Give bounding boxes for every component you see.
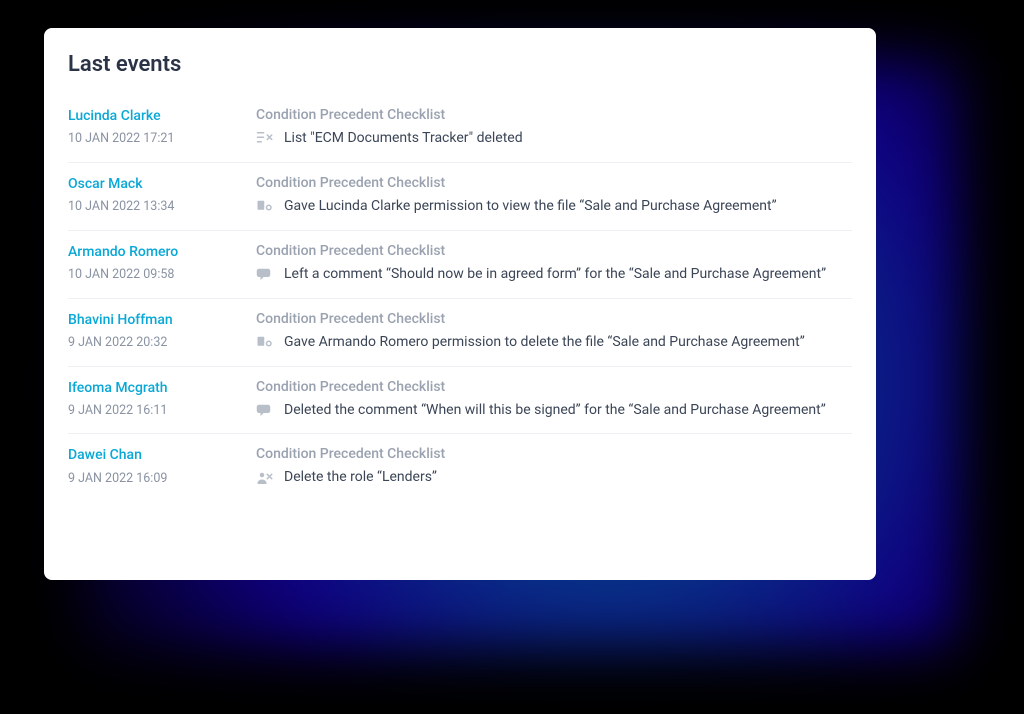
event-detail: Deleted the comment “When will this be s… bbox=[284, 401, 826, 420]
event-row: Lucinda Clarke 10 JAN 2022 17:21 Conditi… bbox=[68, 95, 852, 163]
event-detail: Gave Armando Romero permission to delete… bbox=[284, 333, 805, 352]
file-permission-icon bbox=[256, 198, 274, 214]
event-category: Condition Precedent Checklist bbox=[256, 446, 852, 462]
event-detail: List "ECM Documents Tracker" deleted bbox=[284, 129, 523, 148]
last-events-card: Last events Lucinda Clarke 10 JAN 2022 1… bbox=[44, 28, 876, 580]
event-category: Condition Precedent Checklist bbox=[256, 107, 852, 123]
event-timestamp: 9 JAN 2022 20:32 bbox=[68, 335, 248, 350]
event-user-link[interactable]: Ifeoma Mcgrath bbox=[68, 379, 248, 397]
comment-icon bbox=[256, 402, 274, 418]
event-detail: Gave Lucinda Clarke permission to view t… bbox=[284, 197, 777, 216]
event-row: Armando Romero 10 JAN 2022 09:58 Conditi… bbox=[68, 231, 852, 299]
event-row: Oscar Mack 10 JAN 2022 13:34 Condition P… bbox=[68, 163, 852, 231]
event-category: Condition Precedent Checklist bbox=[256, 311, 852, 327]
event-detail: Delete the role “Lenders” bbox=[284, 468, 437, 487]
list-delete-icon bbox=[256, 130, 274, 146]
event-timestamp: 9 JAN 2022 16:11 bbox=[68, 403, 248, 418]
file-permission-icon bbox=[256, 334, 274, 350]
event-row: Bhavini Hoffman 9 JAN 2022 20:32 Conditi… bbox=[68, 299, 852, 367]
event-timestamp: 10 JAN 2022 09:58 bbox=[68, 267, 248, 282]
event-timestamp: 9 JAN 2022 16:09 bbox=[68, 471, 248, 486]
event-user-link[interactable]: Armando Romero bbox=[68, 243, 248, 261]
event-row: Dawei Chan 9 JAN 2022 16:09 Condition Pr… bbox=[68, 434, 852, 501]
event-detail: Left a comment “Should now be in agreed … bbox=[284, 265, 826, 284]
event-user-link[interactable]: Dawei Chan bbox=[68, 446, 248, 464]
events-list: Lucinda Clarke 10 JAN 2022 17:21 Conditi… bbox=[68, 95, 852, 501]
event-timestamp: 10 JAN 2022 17:21 bbox=[68, 131, 248, 146]
role-delete-icon bbox=[256, 470, 274, 486]
event-row: Ifeoma Mcgrath 9 JAN 2022 16:11 Conditio… bbox=[68, 367, 852, 435]
event-category: Condition Precedent Checklist bbox=[256, 379, 852, 395]
event-user-link[interactable]: Lucinda Clarke bbox=[68, 107, 248, 125]
event-user-link[interactable]: Oscar Mack bbox=[68, 175, 248, 193]
card-title: Last events bbox=[68, 52, 852, 77]
comment-icon bbox=[256, 266, 274, 282]
event-category: Condition Precedent Checklist bbox=[256, 243, 852, 259]
event-user-link[interactable]: Bhavini Hoffman bbox=[68, 311, 248, 329]
event-category: Condition Precedent Checklist bbox=[256, 175, 852, 191]
event-timestamp: 10 JAN 2022 13:34 bbox=[68, 199, 248, 214]
